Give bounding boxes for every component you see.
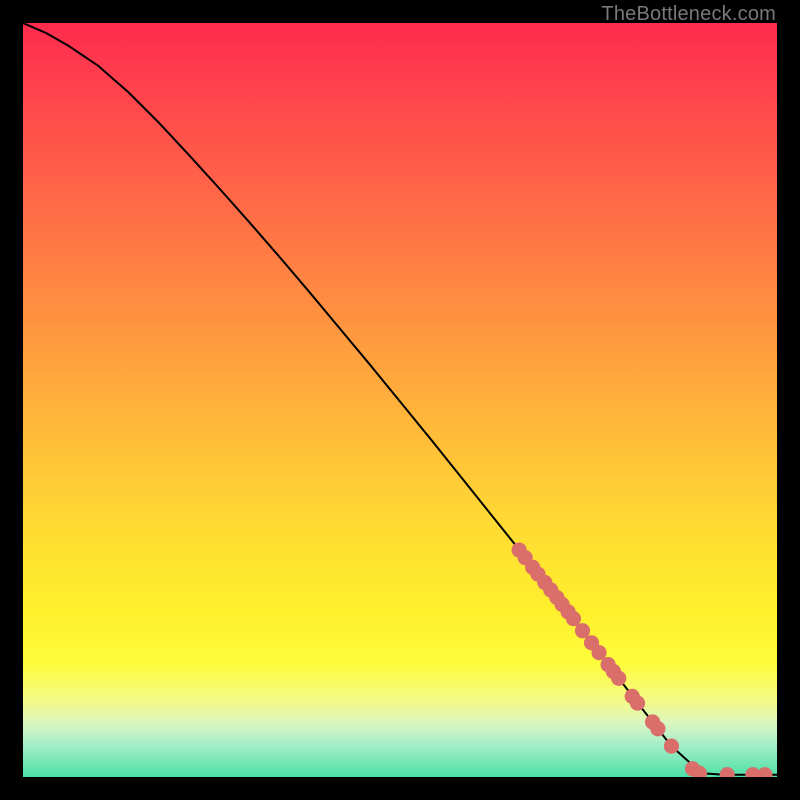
data-dot xyxy=(757,767,772,777)
data-dot xyxy=(591,645,606,660)
data-dot xyxy=(630,696,645,711)
curve-line xyxy=(23,23,777,775)
chart-frame: TheBottleneck.com xyxy=(0,0,800,800)
plot-area xyxy=(23,23,777,777)
chart-svg xyxy=(23,23,777,777)
data-dot xyxy=(566,611,581,626)
attribution-text: TheBottleneck.com xyxy=(601,3,776,26)
data-dots xyxy=(512,542,773,777)
data-dot xyxy=(650,721,665,736)
data-dot xyxy=(720,767,735,777)
data-dot xyxy=(664,738,679,753)
data-dot xyxy=(575,623,590,638)
data-dot xyxy=(611,671,626,686)
